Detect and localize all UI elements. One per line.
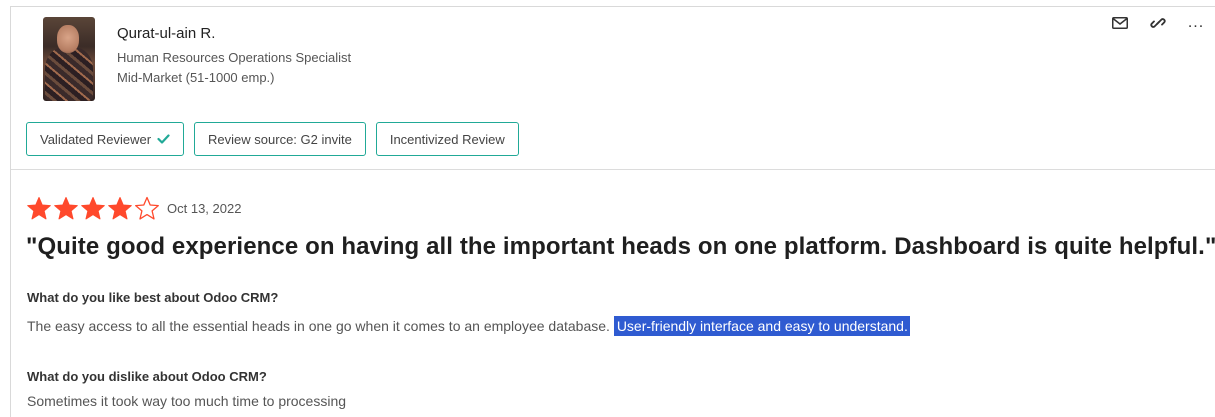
answer-dislike: Sometimes it took way too much time to p… — [27, 393, 347, 409]
selected-text[interactable]: User-friendly interface and easy to unde… — [613, 316, 910, 336]
star-filled-icon — [81, 197, 105, 220]
question-like-best: What do you like best about Odoo CRM? — [27, 290, 279, 305]
copy-link-button[interactable] — [1139, 12, 1177, 34]
answer-text: The easy access to all the essential hea… — [27, 318, 610, 334]
check-icon — [157, 132, 170, 147]
star-filled-icon — [54, 197, 78, 220]
incentivized-review-badge[interactable]: Incentivized Review — [375, 122, 519, 156]
reviewer-segment: Mid-Market (51-1000 emp.) — [117, 70, 275, 85]
rating-row: Oct 13, 2022 — [26, 196, 241, 221]
question-dislike: What do you dislike about Odoo CRM? — [27, 369, 267, 384]
answer-like-best: The easy access to all the essential hea… — [27, 316, 910, 336]
star-rating — [26, 196, 160, 221]
email-button[interactable] — [1101, 12, 1139, 34]
avatar-scarf — [45, 47, 93, 101]
badge-label: Validated Reviewer — [40, 131, 152, 147]
review-actions: ... — [1101, 12, 1215, 34]
validated-reviewer-badge[interactable]: Validated Reviewer — [26, 122, 185, 156]
review-card: Qurat-ul-ain R. Human Resources Operatio… — [10, 6, 1215, 417]
badge-label: Incentivized Review — [389, 131, 505, 147]
badge-label: Review source: G2 invite — [208, 131, 352, 147]
more-options-button[interactable]: ... — [1177, 12, 1215, 34]
star-empty-icon — [135, 196, 159, 220]
review-source-badge[interactable]: Review source: G2 invite — [194, 122, 366, 156]
envelope-icon — [1112, 17, 1128, 29]
review-date: Oct 13, 2022 — [167, 201, 242, 216]
reviewer-name[interactable]: Qurat-ul-ain R. — [117, 25, 215, 42]
link-icon — [1150, 18, 1166, 28]
star-filled-icon — [108, 197, 132, 220]
review-headline: "Quite good experience on having all the… — [26, 233, 1215, 260]
reviewer-title: Human Resources Operations Specialist — [117, 50, 352, 65]
avatar-face — [57, 25, 79, 53]
more-icon: ... — [1187, 14, 1205, 31]
divider — [11, 169, 1215, 170]
star-filled-icon — [27, 197, 51, 220]
avatar — [43, 17, 95, 101]
badge-row: Validated Reviewer Review source: G2 inv… — [26, 122, 519, 156]
